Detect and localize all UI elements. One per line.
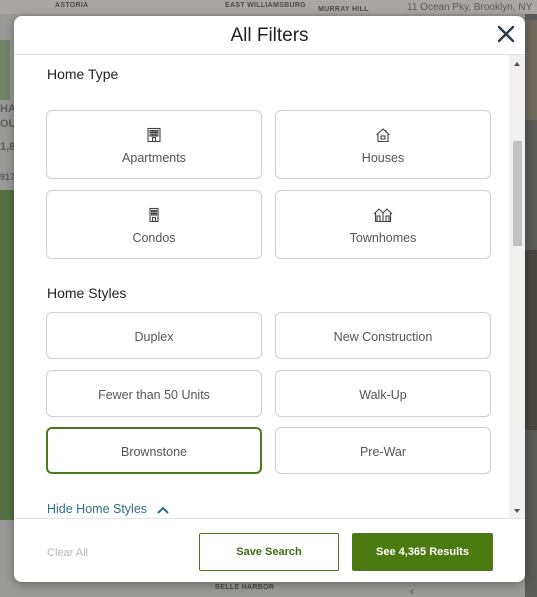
modal-header: All Filters (14, 16, 525, 55)
modal-title: All Filters (230, 25, 309, 46)
home-style-brownstone[interactable]: Brownstone (46, 427, 262, 474)
close-button[interactable] (495, 22, 517, 46)
hide-home-styles-link[interactable]: Hide Home Styles (47, 502, 169, 517)
home-type-label: Apartments (122, 151, 186, 165)
home-style-walk-up[interactable]: Walk-Up (275, 370, 491, 417)
home-type-condos[interactable]: Condos (46, 190, 262, 259)
home-type-label: Houses (361, 151, 405, 165)
clear-all-button[interactable]: Clear All (47, 547, 88, 559)
scroll-down-icon[interactable] (509, 504, 525, 518)
home-styles-heading: Home Styles (47, 285, 127, 301)
home-type-label: Townhomes (349, 231, 417, 245)
home-type-townhomes[interactable]: Townhomes (275, 190, 491, 259)
map-label-murray-hill: MURRAY HILL (318, 6, 369, 13)
close-icon (497, 25, 515, 43)
modal-body[interactable]: Home Type Apartments Houses Condos Townh… (14, 55, 525, 518)
all-filters-modal: All Filters Home Type Apartments Houses … (14, 16, 525, 582)
home-style-label: Brownstone (120, 445, 187, 459)
home-style-fewer-than-50-units[interactable]: Fewer than 50 Units (46, 370, 262, 417)
home-style-pre-war[interactable]: Pre-War (275, 427, 491, 474)
modal-scrollbar[interactable] (509, 55, 525, 518)
home-style-label: Pre-War (359, 445, 407, 459)
home-type-heading: Home Type (47, 66, 119, 82)
home-style-label: Walk-Up (359, 388, 407, 402)
home-style-label: Fewer than 50 Units (98, 388, 210, 402)
home-type-label: Condos (132, 231, 176, 245)
map-left-text-3: 1,8 (0, 141, 16, 153)
hide-home-styles-label: Hide Home Styles (47, 502, 148, 516)
home-style-duplex[interactable]: Duplex (46, 312, 262, 359)
home-type-apartments[interactable]: Apartments (46, 110, 262, 179)
scroll-up-icon[interactable] (509, 57, 525, 71)
condo-building-icon (149, 207, 159, 223)
scrollbar-thumb[interactable] (513, 141, 522, 246)
modal-footer: Clear All Save Search See 4,365 Results (14, 518, 525, 582)
map-label-east-williamsburg: EAST WILLIAMSBURG (225, 2, 306, 9)
chevron-up-icon (156, 503, 169, 517)
home-style-new-construction[interactable]: New Construction (275, 312, 491, 359)
map-label-astoria: ASTORIA (55, 2, 89, 9)
home-type-houses[interactable]: Houses (275, 110, 491, 179)
map-label-belle-harbor: BELLE HARBOR (215, 584, 275, 591)
save-search-button[interactable]: Save Search (199, 533, 339, 571)
apartment-building-icon (147, 127, 161, 143)
map-carousel-prev-icon[interactable]: ‹ (410, 584, 414, 597)
home-style-label: Duplex (134, 330, 174, 344)
house-icon (376, 128, 390, 143)
see-results-button[interactable]: See 4,365 Results (352, 533, 493, 571)
map-left-text-4: 917 (0, 172, 16, 182)
townhome-icon (373, 208, 393, 223)
map-listing-address: 11 Ocean Pky, Brooklyn, NY (407, 2, 533, 13)
home-style-label: New Construction (333, 330, 433, 344)
